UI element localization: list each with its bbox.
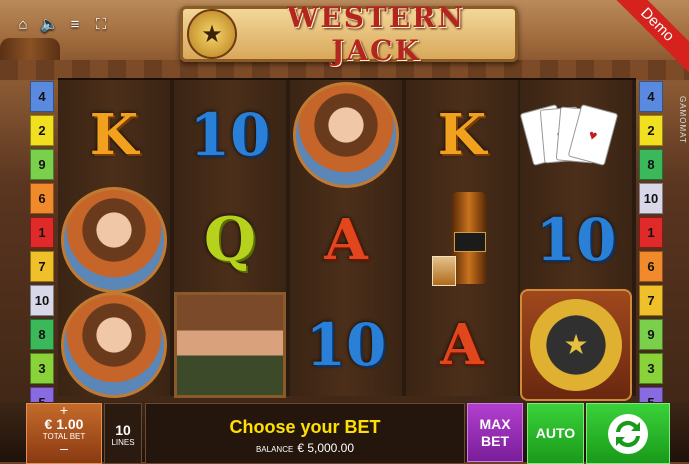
payline-3-indicator: 3	[30, 353, 54, 384]
increase-bet-button[interactable]: +	[27, 403, 101, 417]
lines-label: LINES	[111, 438, 135, 447]
max-bet-button[interactable]: MAX BET	[467, 403, 523, 462]
payline-6-indicator: 6	[30, 183, 54, 214]
brand-label: GAMOMAT	[678, 96, 687, 144]
payline-10-indicator: 10	[30, 285, 54, 316]
message-title: Choose your BET	[229, 417, 381, 437]
fullscreen-icon[interactable]: ⛶	[92, 16, 110, 34]
symbol-cowgirl-icon	[58, 186, 170, 293]
symbol-K-icon: K	[437, 101, 487, 168]
symbol-whisky-icon	[406, 187, 518, 292]
payline-7-indicator: 7	[639, 285, 663, 316]
symbol-10-icon: 10	[189, 100, 271, 169]
payline-10-indicator: 10	[639, 183, 663, 214]
payline-indicators-right: 42810167935	[639, 78, 663, 418]
payline-indicators-left: 42961710835	[30, 78, 54, 418]
payline-8-indicator: 8	[639, 149, 663, 180]
game-title: WESTERN JACK	[286, 1, 466, 67]
reel-4: KA	[406, 80, 518, 396]
sheriff-badge-icon: ★	[187, 9, 237, 59]
symbol-10-icon: 10	[305, 310, 387, 379]
lines-display: 10 LINES	[104, 403, 142, 464]
payline-1-indicator: 1	[30, 217, 54, 248]
symbol-cowboy-icon	[174, 291, 286, 398]
payline-1-indicator: 1	[639, 217, 663, 248]
balance-label: BALANCE	[255, 445, 294, 454]
payline-3-indicator: 3	[639, 353, 663, 384]
decrease-bet-button[interactable]: –	[27, 441, 101, 455]
reel-1: K	[58, 80, 170, 398]
payline-9-indicator: 9	[639, 319, 663, 350]
balance-display: BALANCE € 5,000.00	[146, 441, 464, 455]
payline-2-indicator: 2	[30, 115, 54, 146]
home-icon[interactable]: ⌂	[14, 16, 32, 34]
reel-2: 10 Q	[174, 80, 286, 398]
symbol-sheriff-star-icon: ★	[520, 288, 632, 401]
reel-3: A 10	[290, 80, 402, 396]
payline-4-indicator: 4	[30, 81, 54, 112]
reel-5: ♠♥♠♥ 10 ★	[519, 80, 632, 401]
menu-icon[interactable]: ≡	[66, 16, 84, 34]
symbol-A-icon: A	[440, 311, 484, 378]
symbol-Q-icon: Q	[203, 204, 257, 275]
total-bet-value: € 1.00	[44, 416, 84, 432]
sound-icon[interactable]: 🔈	[40, 16, 59, 34]
payline-4-indicator: 4	[639, 81, 663, 112]
total-bet-control: + € 1.00 TOTAL BET –	[26, 403, 102, 464]
symbol-A-icon: A	[324, 206, 368, 273]
symbol-cowgirl-icon	[58, 291, 170, 398]
payline-6-indicator: 6	[639, 251, 663, 282]
payline-9-indicator: 9	[30, 149, 54, 180]
auto-play-button[interactable]: AUTO	[527, 403, 584, 464]
symbol-cards-icon: ♠♥♠♥	[519, 82, 632, 187]
payline-8-indicator: 8	[30, 319, 54, 350]
top-toolbar: ⌂ 🔈 ≡ ⛶	[14, 16, 110, 34]
balance-value: € 5,000.00	[297, 441, 355, 455]
symbol-10-icon: 10	[535, 205, 617, 274]
lines-value: 10	[115, 422, 131, 438]
game-logo: ★ WESTERN JACK	[180, 1, 518, 67]
barrel-decoration	[0, 38, 60, 78]
payline-2-indicator: 2	[639, 115, 663, 146]
message-panel: Choose your BET BALANCE € 5,000.00	[145, 403, 465, 464]
payline-7-indicator: 7	[30, 251, 54, 282]
spin-button[interactable]	[586, 403, 670, 464]
symbol-cowgirl-icon	[290, 81, 402, 188]
symbol-K-icon: K	[89, 101, 139, 168]
reel-area: K10QA10KA♠♥♠♥10★	[58, 78, 636, 401]
spin-icon	[608, 413, 648, 454]
